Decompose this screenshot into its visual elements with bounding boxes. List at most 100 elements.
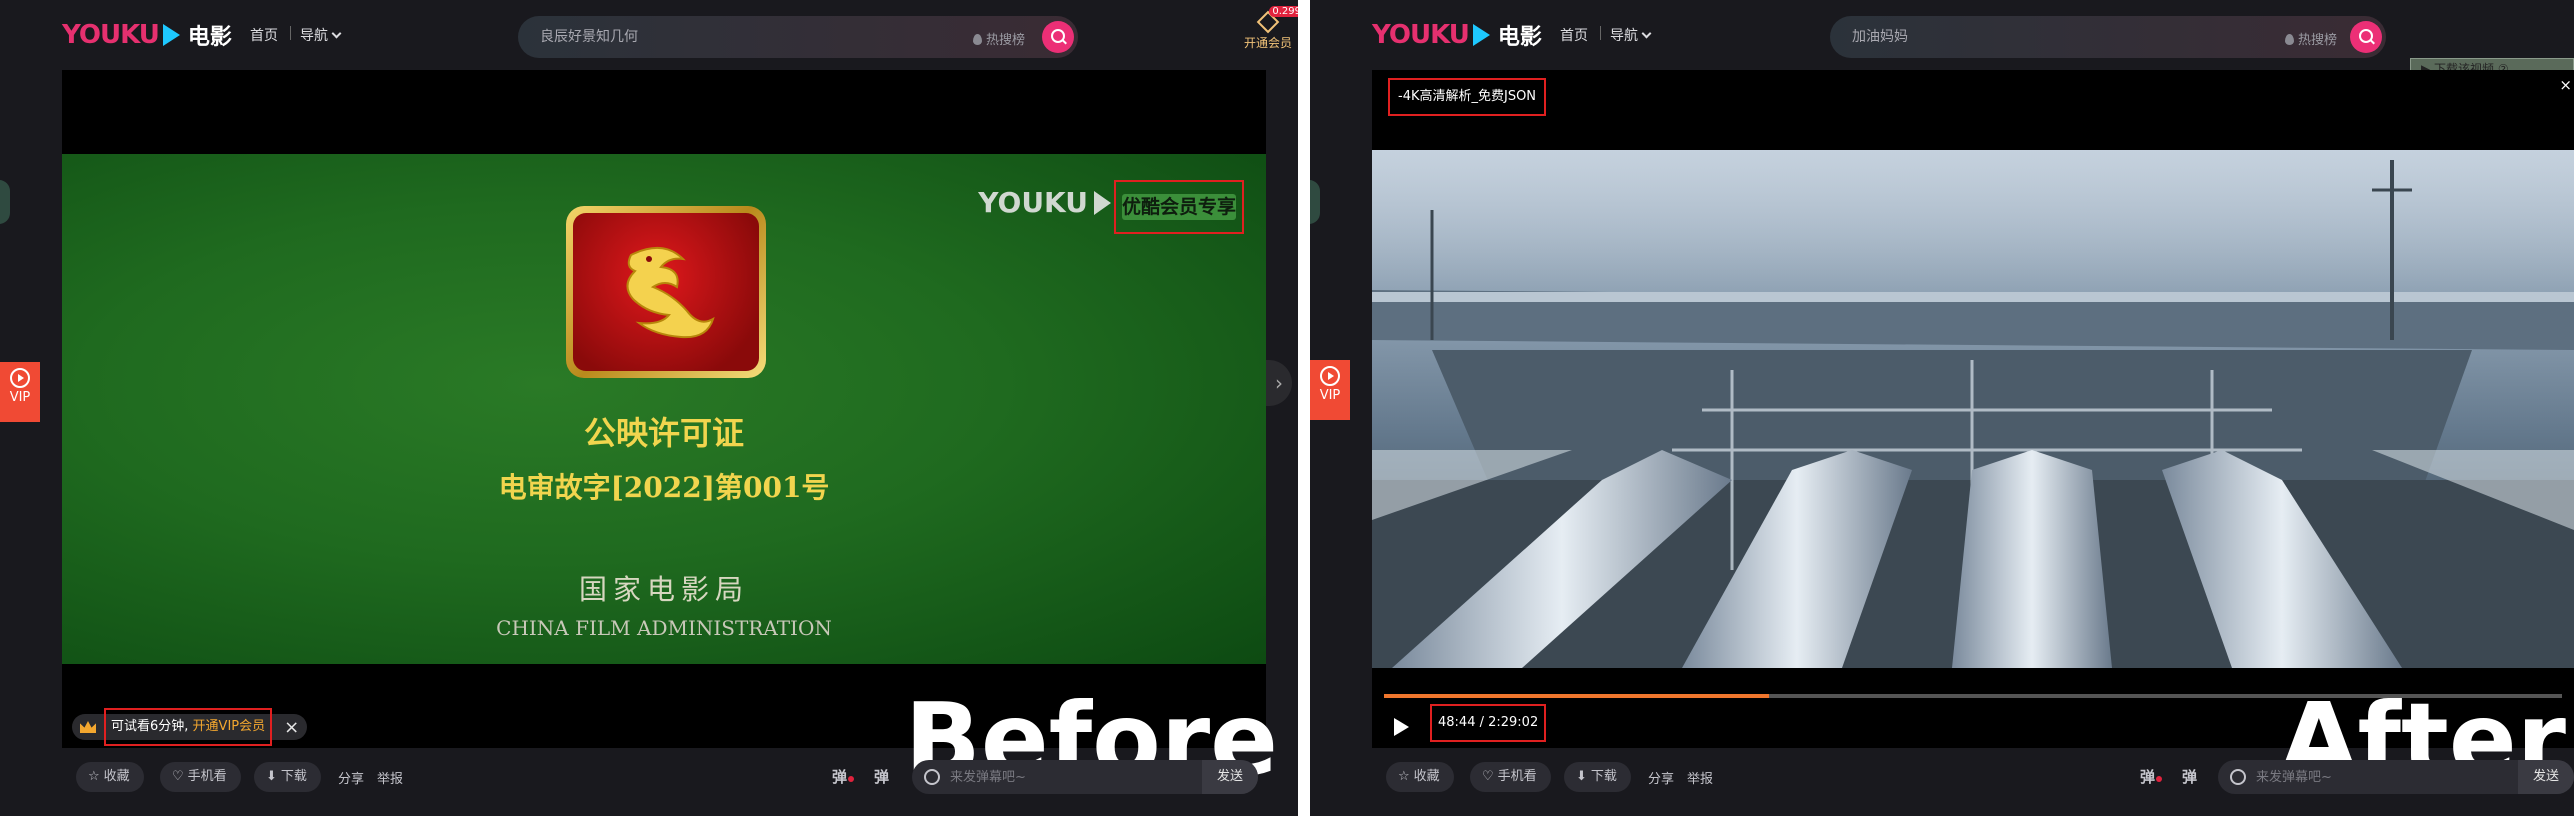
video-frame bbox=[1372, 150, 2574, 668]
video-frame: YOUKU 优酷会员专享 公映许可证 电审故字[2022]第001号 国家电影局… bbox=[62, 154, 1266, 664]
hot-search-label: 热搜榜 bbox=[986, 33, 1026, 48]
play-circle-icon bbox=[1320, 366, 1340, 386]
phone-watch-button[interactable]: ♡ 手机看 bbox=[1470, 762, 1551, 792]
star-icon: ☆ bbox=[88, 769, 100, 784]
side-toggle[interactable] bbox=[0, 180, 10, 224]
danmu-on-indicator bbox=[2156, 776, 2163, 782]
danmu-toggle[interactable]: 弹 bbox=[2140, 766, 2163, 787]
hot-search-link[interactable]: 热搜榜 bbox=[973, 29, 1025, 48]
nav-home-link[interactable]: 首页 bbox=[1560, 25, 1588, 45]
bottom-bar: ☆收藏 ♡手机看 ⬇下载 分享 举报 弹 弹 发送 bbox=[1372, 748, 2574, 816]
youku-logo[interactable]: YOUKU 电影 bbox=[62, 20, 232, 50]
download-label: 下载 bbox=[1590, 769, 1617, 784]
danmu-input[interactable] bbox=[950, 760, 1170, 794]
download-button[interactable]: ⬇ 下载 bbox=[254, 762, 321, 792]
chevron-right-icon: › bbox=[1275, 371, 1283, 395]
next-arrow-button[interactable]: › bbox=[1266, 360, 1292, 406]
after-panel: YOUKU 电影 首页 导航 热搜榜 VIP ▶ 下载该视频 ② -4K高清解析… bbox=[1310, 0, 2574, 816]
report-link[interactable]: 举报 bbox=[377, 768, 403, 787]
danmu-input-box: 发送 bbox=[912, 760, 1258, 794]
danmu-input[interactable] bbox=[2256, 760, 2476, 794]
top-bar: YOUKU 电影 首页 导航 热搜榜 0.299 开通会员 bbox=[0, 0, 1298, 68]
hot-search-link[interactable]: 热搜榜 bbox=[2285, 29, 2337, 48]
vip-price-badge: 0.299 bbox=[1269, 6, 1298, 17]
logo-text: YOUKU bbox=[62, 20, 160, 50]
close-icon[interactable]: × bbox=[284, 717, 299, 738]
close-icon[interactable]: × bbox=[2559, 76, 2572, 94]
side-vip-button[interactable]: VIP bbox=[0, 362, 40, 422]
danmu-icon: 弹 bbox=[832, 768, 848, 786]
download-button[interactable]: ⬇ 下载 bbox=[1564, 762, 1631, 792]
collect-label: 收藏 bbox=[1413, 769, 1440, 784]
emoji-icon[interactable] bbox=[924, 769, 940, 785]
chevron-down-icon bbox=[331, 28, 342, 39]
side-vip-label: VIP bbox=[9, 390, 31, 405]
flame-icon bbox=[2285, 34, 2294, 45]
logo-movie-label: 电影 bbox=[1497, 25, 1542, 50]
video-player[interactable]: YOUKU 优酷会员专享 公映许可证 电审故字[2022]第001号 国家电影局… bbox=[62, 70, 1292, 790]
certificate-title: 公映许可证 bbox=[583, 414, 744, 452]
phone-watch-button[interactable]: ♡ 手机看 bbox=[160, 762, 241, 792]
bottom-bar: ☆收藏 ♡手机看 ⬇下载 分享 举报 弹 弹 发送 bbox=[62, 748, 1266, 816]
video-player[interactable]: -4K高清解析_免费JSON × 48:44 / 2:29:02 After bbox=[1372, 70, 2574, 790]
share-link[interactable]: 分享 bbox=[338, 768, 364, 787]
collect-button[interactable]: ☆ 收藏 bbox=[76, 762, 144, 792]
parse-source-tag: -4K高清解析_免费JSON bbox=[1388, 78, 1547, 116]
share-link[interactable]: 分享 bbox=[1648, 768, 1674, 787]
top-bar: YOUKU 电影 首页 导航 热搜榜 bbox=[1310, 0, 2574, 68]
side-toggle[interactable] bbox=[1310, 180, 1320, 224]
collect-label: 收藏 bbox=[103, 769, 130, 784]
time-display: 48:44 / 2:29:02 bbox=[1430, 704, 1547, 742]
nav-guide-label: 导航 bbox=[300, 28, 328, 44]
nav-guide-menu[interactable]: 导航 bbox=[1610, 25, 1652, 45]
chevron-down-icon bbox=[1641, 28, 1652, 39]
dragon-emblem bbox=[566, 206, 766, 378]
member-exclusive-label: 优酷会员专享 bbox=[1122, 194, 1237, 220]
frozen-dam-scene bbox=[1372, 150, 2574, 668]
dragon-icon bbox=[626, 247, 715, 339]
before-panel: YOUKU 电影 首页 导航 热搜榜 0.299 开通会员 VIP YOUKU bbox=[0, 0, 1298, 816]
emoji-icon[interactable] bbox=[2230, 769, 2246, 785]
side-vip-label: VIP bbox=[1319, 388, 1341, 403]
download-icon: ⬇ bbox=[1576, 769, 1587, 784]
member-exclusive-highlight: 优酷会员专享 bbox=[1114, 180, 1244, 234]
danmu-settings-icon[interactable]: 弹 bbox=[874, 766, 889, 787]
collect-button[interactable]: ☆ 收藏 bbox=[1386, 762, 1454, 792]
search-box: 热搜榜 bbox=[518, 16, 1078, 58]
nav-home-link[interactable]: 首页 bbox=[250, 25, 278, 45]
logo-text: YOUKU bbox=[1372, 20, 1470, 50]
send-button[interactable]: 发送 bbox=[1202, 760, 1258, 794]
search-input[interactable] bbox=[540, 16, 920, 58]
certificate-number: 电审故字[2022]第001号 bbox=[498, 471, 830, 504]
phone-watch-label: 手机看 bbox=[187, 769, 227, 784]
youku-watermark: YOUKU bbox=[978, 186, 1111, 219]
search-button[interactable] bbox=[2350, 21, 2382, 53]
hot-search-label: 热搜榜 bbox=[2298, 33, 2338, 48]
nav-guide-label: 导航 bbox=[1610, 28, 1638, 44]
nav-divider bbox=[1600, 26, 1601, 40]
youku-logo[interactable]: YOUKU 电影 bbox=[1372, 20, 1542, 50]
trial-notice: 可试看6分钟, 开通VIP会员 × bbox=[72, 708, 308, 746]
trial-vip-link[interactable]: 开通VIP会员 bbox=[193, 719, 266, 734]
danmu-on-indicator bbox=[848, 776, 855, 782]
send-button[interactable]: 发送 bbox=[2518, 760, 2574, 794]
nav-divider bbox=[290, 26, 291, 40]
open-vip-button[interactable]: 0.299 开通会员 bbox=[1238, 6, 1298, 60]
nav-guide-menu[interactable]: 导航 bbox=[300, 25, 342, 45]
trial-highlight: 可试看6分钟, 开通VIP会员 bbox=[104, 708, 273, 746]
side-vip-button[interactable]: VIP bbox=[1310, 360, 1350, 420]
download-label: 下载 bbox=[280, 769, 307, 784]
play-button[interactable] bbox=[1394, 718, 1409, 736]
danmu-toggle[interactable]: 弹 bbox=[832, 766, 855, 787]
search-input[interactable] bbox=[1852, 16, 2232, 58]
report-link[interactable]: 举报 bbox=[1687, 768, 1713, 787]
search-button[interactable] bbox=[1042, 21, 1074, 53]
heart-icon: ♡ bbox=[1482, 769, 1494, 784]
star-icon: ☆ bbox=[1398, 769, 1410, 784]
danmu-settings-icon[interactable]: 弹 bbox=[2182, 766, 2197, 787]
trial-text: 可试看6分钟, bbox=[111, 719, 189, 734]
logo-play-icon bbox=[162, 24, 180, 46]
logo-movie-label: 电影 bbox=[187, 25, 232, 50]
certificate-org-en: CHINA FILM ADMINISTRATION bbox=[496, 616, 832, 640]
search-box: 热搜榜 bbox=[1830, 16, 2386, 58]
